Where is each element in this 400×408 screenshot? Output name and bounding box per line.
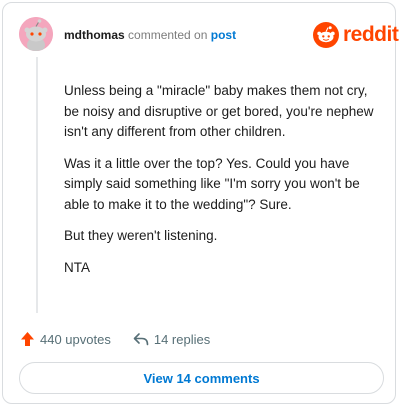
- post-link[interactable]: post: [211, 28, 236, 42]
- comment-header: mdthomas commented on post: [64, 28, 236, 42]
- reddit-snoo-icon: [313, 22, 339, 48]
- avatar[interactable]: [19, 17, 53, 51]
- upvote-count: 440 upvotes: [40, 331, 111, 347]
- thread-line: [36, 57, 38, 313]
- upvote-button[interactable]: 440 upvotes: [20, 331, 111, 347]
- reddit-wordmark: reddit: [343, 23, 399, 46]
- comment-verb: commented on: [128, 28, 208, 42]
- reply-arrow-icon: [133, 333, 149, 346]
- reply-count: 14 replies: [153, 331, 211, 347]
- upvote-arrow-icon: [21, 332, 34, 346]
- comment-paragraph: NTA: [64, 259, 90, 275]
- view-comments-button[interactable]: View 14 comments: [19, 362, 384, 394]
- reply-button[interactable]: 14 replies: [133, 332, 210, 347]
- comment-actions: 440 upvotes 14 replies: [20, 331, 232, 347]
- comment-body: Unless being a "miracle" baby makes them…: [64, 81, 384, 289]
- comment-paragraph: Unless being a "miracle" baby makes them…: [64, 83, 374, 139]
- snoo-avatar-icon: [19, 17, 53, 51]
- comment-paragraph: But they weren't listening.: [64, 228, 218, 243]
- comment-card: mdthomas commented on post reddit Unless…: [2, 2, 399, 404]
- comment-paragraph: Was it a little over the top? Yes. Could…: [64, 155, 360, 212]
- reddit-logo[interactable]: reddit: [313, 21, 399, 49]
- username[interactable]: mdthomas: [64, 28, 125, 42]
